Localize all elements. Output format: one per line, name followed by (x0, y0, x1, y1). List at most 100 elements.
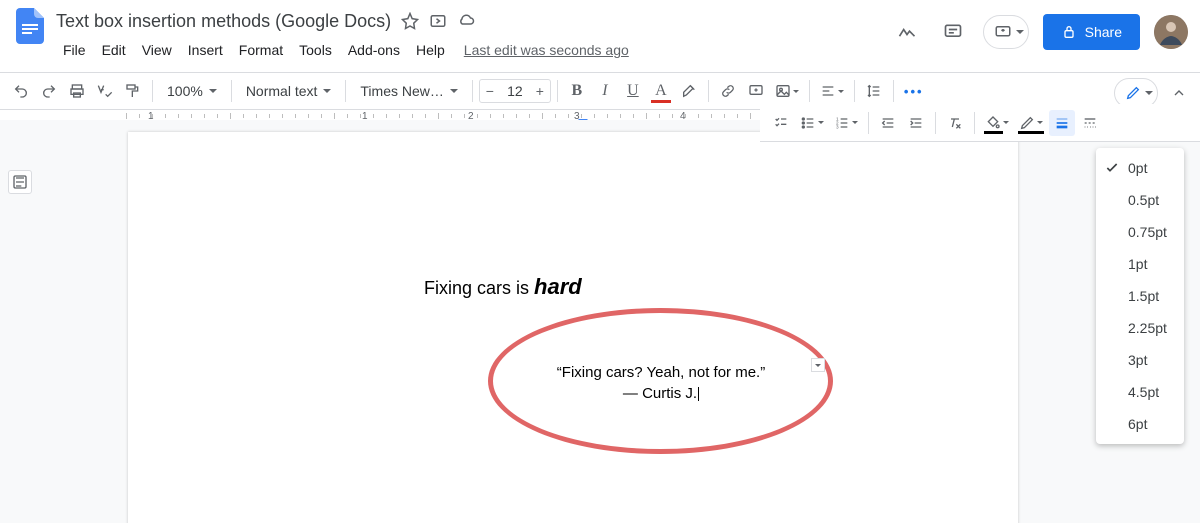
font-value: Times New… (360, 83, 444, 99)
text-box[interactable]: “Fixing cars? Yeah, not for me.” — Curti… (546, 362, 776, 404)
textbox-options-handle[interactable] (811, 358, 825, 372)
numbered-list-button[interactable]: 123 (830, 110, 862, 136)
separator (231, 80, 232, 102)
decrease-indent-button[interactable] (875, 110, 901, 136)
border-weight-option[interactable]: 3pt (1096, 344, 1184, 376)
clear-formatting-button[interactable] (942, 110, 968, 136)
svg-text:3: 3 (836, 124, 839, 129)
present-button[interactable] (983, 15, 1029, 49)
font-size-increase-button[interactable]: + (530, 80, 550, 102)
share-button[interactable]: Share (1043, 14, 1140, 50)
check-icon (1104, 160, 1120, 179)
separator (974, 112, 975, 134)
align-button[interactable] (816, 78, 848, 104)
font-size-decrease-button[interactable]: − (480, 80, 500, 102)
redo-button[interactable] (36, 78, 62, 104)
border-weight-option[interactable]: 6pt (1096, 408, 1184, 440)
undo-button[interactable] (8, 78, 34, 104)
option-label: 2.25pt (1128, 320, 1167, 336)
option-label: 0pt (1128, 160, 1147, 176)
activity-icon[interactable] (891, 16, 923, 48)
chevron-down-icon (209, 89, 217, 97)
menu-tools[interactable]: Tools (292, 38, 339, 62)
border-weight-option[interactable]: 1.5pt (1096, 280, 1184, 312)
separator (809, 80, 810, 102)
option-label: 1.5pt (1128, 288, 1159, 304)
increase-indent-button[interactable] (903, 110, 929, 136)
highlight-color-button[interactable] (676, 78, 702, 104)
line-spacing-button[interactable] (861, 78, 887, 104)
separator (345, 80, 346, 102)
zoom-dropdown[interactable]: 100% (159, 83, 225, 99)
menu-format[interactable]: Format (232, 38, 290, 62)
separator (893, 80, 894, 102)
cloud-saved-icon[interactable] (457, 12, 475, 30)
doc-title[interactable]: Text box insertion methods (Google Docs) (56, 11, 391, 32)
header-right: Share (891, 8, 1188, 50)
document-page[interactable]: Fixing cars is hard “Fixing cars? Yeah, … (128, 132, 1018, 523)
bold-button[interactable]: B (564, 78, 590, 104)
menu-insert[interactable]: Insert (181, 38, 230, 62)
border-dash-button[interactable] (1077, 110, 1103, 136)
menu-file[interactable]: File (56, 38, 93, 62)
fill-color-button[interactable] (981, 110, 1013, 136)
page-text-line: Fixing cars is hard (424, 274, 582, 300)
canvas: Fixing cars is hard “Fixing cars? Yeah, … (0, 120, 1200, 523)
paint-format-button[interactable] (120, 78, 146, 104)
style-dropdown[interactable]: Normal text (238, 83, 340, 99)
insert-image-button[interactable] (771, 78, 803, 104)
overflow-toolbar: 123 (760, 104, 1200, 142)
move-icon[interactable] (429, 12, 447, 30)
border-weight-option[interactable]: 1pt (1096, 248, 1184, 280)
border-weight-option[interactable]: 0pt (1096, 152, 1184, 184)
separator (868, 112, 869, 134)
option-label: 3pt (1128, 352, 1147, 368)
account-avatar[interactable] (1154, 15, 1188, 49)
chevron-down-icon (1145, 91, 1153, 99)
bulleted-list-button[interactable] (796, 110, 828, 136)
border-weight-button[interactable] (1049, 110, 1075, 136)
text-color-button[interactable]: A (648, 78, 674, 104)
underline-button[interactable]: U (620, 78, 646, 104)
text-cursor (698, 387, 699, 401)
menu-addons[interactable]: Add-ons (341, 38, 407, 62)
text-run-emphasis: hard (534, 274, 582, 299)
border-color-button[interactable] (1015, 110, 1047, 136)
menu-help[interactable]: Help (409, 38, 452, 62)
separator (854, 80, 855, 102)
collapse-toolbar-button[interactable] (1166, 80, 1192, 106)
header: Text box insertion methods (Google Docs)… (0, 0, 1200, 64)
star-icon[interactable] (401, 12, 419, 30)
separator (557, 80, 558, 102)
checklist-button[interactable] (768, 110, 794, 136)
chevron-down-icon (818, 121, 824, 127)
border-weight-option[interactable]: 0.5pt (1096, 184, 1184, 216)
spellcheck-button[interactable] (92, 78, 118, 104)
last-edit-link[interactable]: Last edit was seconds ago (464, 42, 629, 58)
chevron-down-icon (838, 90, 844, 96)
insert-comment-button[interactable] (743, 78, 769, 104)
border-weight-option[interactable]: 4.5pt (1096, 376, 1184, 408)
italic-button[interactable]: I (592, 78, 618, 104)
separator (935, 112, 936, 134)
chevron-down-icon (852, 121, 858, 127)
border-weight-option[interactable]: 2.25pt (1096, 312, 1184, 344)
docs-logo-icon[interactable] (12, 8, 48, 44)
option-label: 1pt (1128, 256, 1147, 272)
comment-history-icon[interactable] (937, 16, 969, 48)
menu-edit[interactable]: Edit (95, 38, 133, 62)
menu-view[interactable]: View (135, 38, 179, 62)
option-label: 0.5pt (1128, 192, 1159, 208)
font-dropdown[interactable]: Times New… (352, 83, 466, 99)
chevron-down-icon (1016, 30, 1024, 38)
more-button[interactable]: ••• (900, 78, 928, 104)
text-run: Fixing cars is (424, 278, 534, 298)
font-size-value[interactable]: 12 (500, 83, 530, 99)
chevron-down-icon (815, 364, 821, 370)
print-button[interactable] (64, 78, 90, 104)
insert-link-button[interactable] (715, 78, 741, 104)
option-label: 6pt (1128, 416, 1147, 432)
chevron-down-icon (1037, 121, 1043, 127)
show-outline-button[interactable] (8, 170, 32, 194)
border-weight-option[interactable]: 0.75pt (1096, 216, 1184, 248)
